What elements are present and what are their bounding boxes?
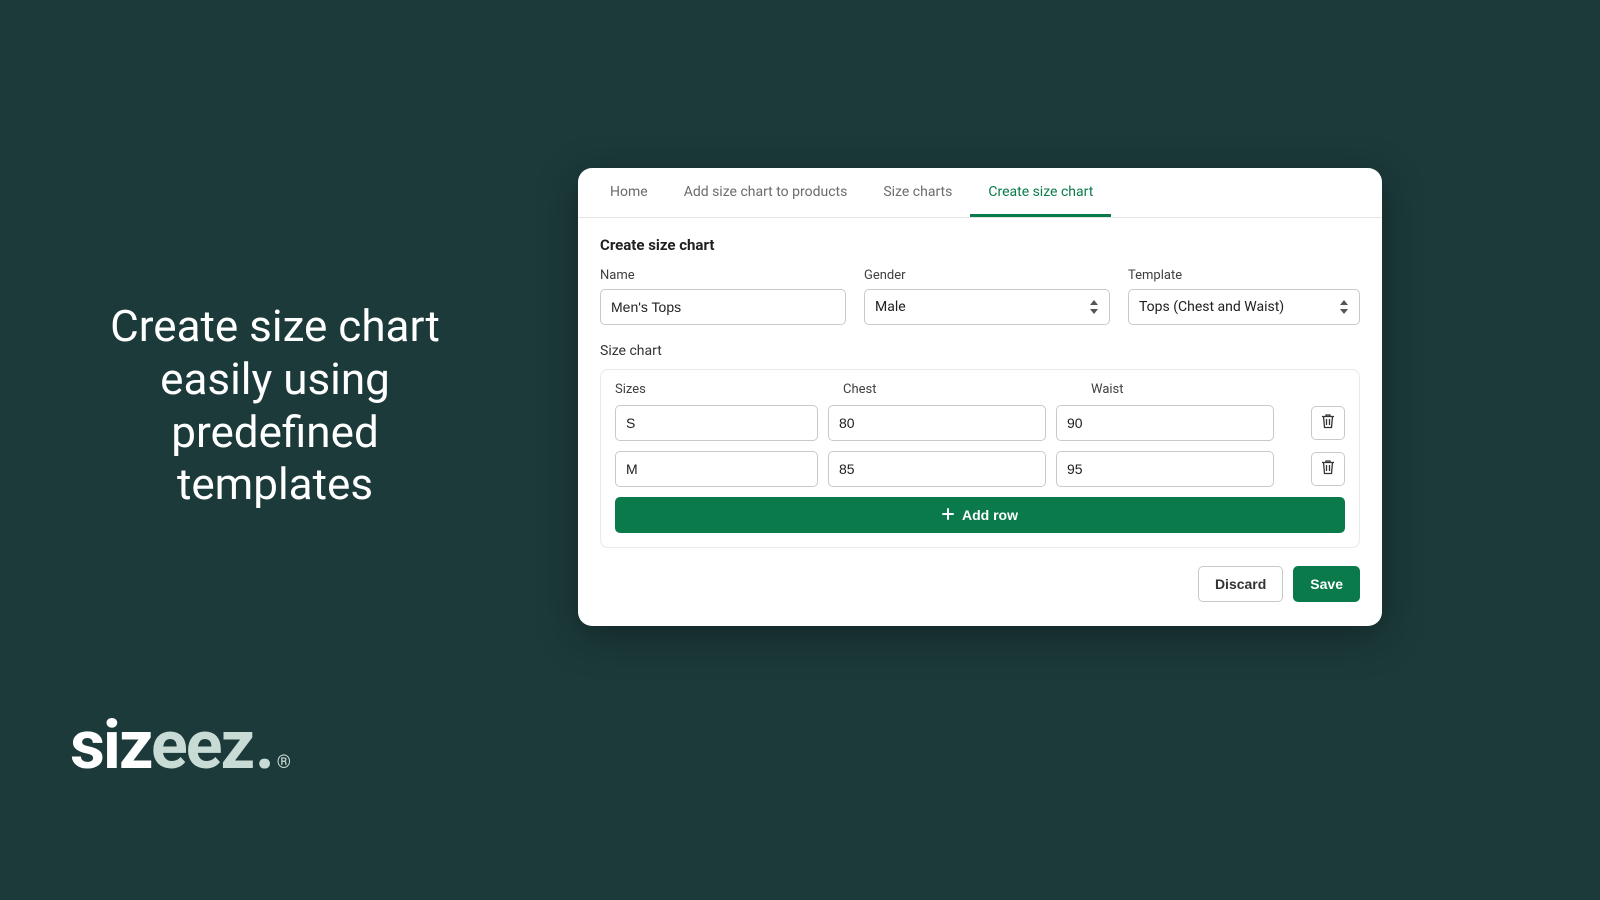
- chest-input[interactable]: [828, 451, 1046, 487]
- name-input[interactable]: [600, 289, 846, 325]
- save-button[interactable]: Save: [1293, 566, 1360, 602]
- size-input[interactable]: [615, 451, 818, 487]
- header-sizes: Sizes: [615, 382, 843, 397]
- hero-line: easily using: [85, 353, 465, 406]
- logo-suffix: eez: [151, 705, 253, 785]
- size-input[interactable]: [615, 405, 818, 441]
- section-title: Create size chart: [600, 236, 1360, 254]
- form-row: Name Gender Male Template Tops (Chest an…: [600, 268, 1360, 325]
- logo-period: .: [255, 705, 273, 785]
- table-row: [615, 405, 1345, 441]
- gender-select[interactable]: Male: [864, 289, 1110, 325]
- brand-logo: sizeez.®: [70, 705, 289, 785]
- tab-home[interactable]: Home: [592, 168, 666, 217]
- tabs: Home Add size chart to products Size cha…: [578, 168, 1382, 218]
- header-waist: Waist: [1091, 382, 1319, 397]
- content: Create size chart Name Gender Male Templ…: [578, 218, 1382, 548]
- select-sort-icon: [1089, 300, 1099, 314]
- tab-add-to-products[interactable]: Add size chart to products: [666, 168, 866, 217]
- gender-value: Male: [875, 299, 906, 315]
- footer-actions: Discard Save: [578, 548, 1382, 602]
- add-row-label: Add row: [962, 507, 1018, 523]
- trash-icon: [1321, 413, 1335, 433]
- add-row-button[interactable]: Add row: [615, 497, 1345, 533]
- hero-line: templates: [85, 458, 465, 511]
- template-label: Template: [1128, 268, 1360, 283]
- grid-header: Sizes Chest Waist: [615, 382, 1345, 397]
- size-chart-grid: Sizes Chest Waist: [600, 369, 1360, 548]
- name-label: Name: [600, 268, 846, 283]
- logo-prefix: siz: [70, 705, 151, 785]
- app-panel: Home Add size chart to products Size cha…: [578, 168, 1382, 626]
- tab-size-charts[interactable]: Size charts: [865, 168, 970, 217]
- waist-input[interactable]: [1056, 405, 1274, 441]
- header-chest: Chest: [843, 382, 1091, 397]
- logo-registered: ®: [277, 752, 289, 773]
- gender-label: Gender: [864, 268, 1110, 283]
- select-sort-icon: [1339, 300, 1349, 314]
- hero-line: Create size chart: [85, 300, 465, 353]
- trash-icon: [1321, 459, 1335, 479]
- waist-input[interactable]: [1056, 451, 1274, 487]
- plus-icon: [942, 507, 954, 523]
- hero-text: Create size chart easily using predefine…: [85, 300, 465, 511]
- hero-line: predefined: [85, 406, 465, 459]
- grid-title: Size chart: [600, 343, 1360, 359]
- template-value: Tops (Chest and Waist): [1139, 299, 1284, 315]
- field-template: Template Tops (Chest and Waist): [1128, 268, 1360, 325]
- field-gender: Gender Male: [864, 268, 1110, 325]
- tab-create-size-chart[interactable]: Create size chart: [970, 168, 1111, 217]
- discard-button[interactable]: Discard: [1198, 566, 1283, 602]
- delete-row-button[interactable]: [1311, 406, 1345, 440]
- field-name: Name: [600, 268, 846, 325]
- template-select[interactable]: Tops (Chest and Waist): [1128, 289, 1360, 325]
- delete-row-button[interactable]: [1311, 452, 1345, 486]
- chest-input[interactable]: [828, 405, 1046, 441]
- table-row: [615, 451, 1345, 487]
